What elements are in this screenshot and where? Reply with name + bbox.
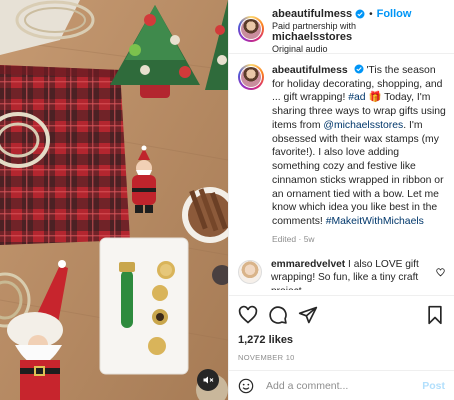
caption-time[interactable]: 5w [304,234,315,244]
gift-emoji: 🎁 [368,92,382,104]
hashtag-link[interactable]: #MakeitWithMichaels [326,216,424,227]
audio-label[interactable]: Original audio [272,44,411,54]
send-icon[interactable] [298,305,318,325]
commenter-avatar[interactable] [238,260,262,284]
hashtag-ad[interactable]: #ad [348,92,365,103]
post-sidebar: abeautifulmess • Follow Paid partnership… [228,0,454,400]
follow-button[interactable]: Follow [377,8,412,21]
caption-text: abeautifulmess 'Tis the season for holid… [272,64,446,244]
comment-composer: Post [229,370,454,400]
comment-item: emmaredvelvet I also LOVE gift wrapping!… [229,254,454,290]
partner-username[interactable]: michaelsstores [272,31,352,43]
mute-button[interactable] [197,369,219,391]
video-frame [0,0,228,400]
instagram-post: abeautifulmess • Follow Paid partnership… [0,0,454,400]
comment-like-icon[interactable] [436,268,445,277]
edited-label: Edited [272,233,297,244]
post-video[interactable] [0,0,228,400]
comment-input[interactable] [264,378,423,393]
verified-badge-icon [355,9,365,19]
verified-badge-icon [354,64,364,74]
comment-icon[interactable] [268,305,288,325]
avatar-image [241,19,261,39]
likes-count[interactable]: 1,272 likes [238,334,445,346]
bookmark-icon[interactable] [425,305,445,325]
author-username[interactable]: abeautifulmess [272,8,352,21]
caption-block: abeautifulmess 'Tis the season for holid… [229,54,454,254]
commenter-username[interactable]: emmaredvelvet [271,259,345,270]
mention-link[interactable]: @michaelsstores [323,120,403,131]
emoji-icon[interactable] [238,378,254,394]
author-avatar[interactable] [238,16,264,42]
caption-username[interactable]: abeautifulmess [272,65,348,76]
speaker-muted-icon [203,376,214,384]
post-comment-button[interactable]: Post [422,380,445,392]
caption-author-avatar[interactable] [238,64,264,90]
heart-icon[interactable] [238,305,258,325]
post-header: abeautifulmess • Follow Paid partnership… [229,0,454,54]
post-date[interactable]: NOVEMBER 10 [238,353,445,362]
partnership-label: Paid partnership with [272,20,357,31]
separator-dot: • [369,8,373,20]
